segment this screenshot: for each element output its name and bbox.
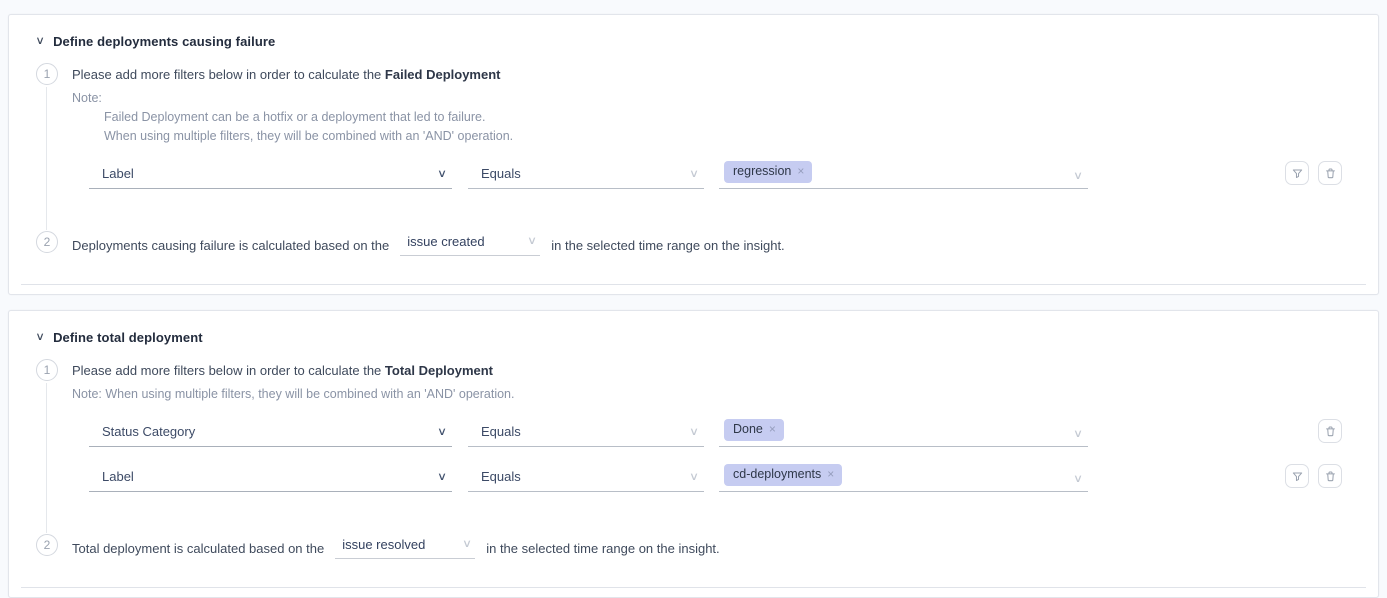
panel-header: ∨ Define total deployment [9, 311, 1378, 345]
step2-text-after: in the selected time range on the insigh… [551, 238, 784, 253]
steps: 1 Please add more filters below in order… [36, 359, 1378, 559]
filter-button[interactable] [1285, 161, 1309, 185]
remove-tag-icon[interactable]: × [769, 422, 776, 436]
chevron-down-icon: ∨ [527, 234, 537, 248]
remove-tag-icon[interactable]: × [797, 164, 804, 178]
chevron-down-icon: ∨ [1073, 472, 1083, 486]
trash-icon [1324, 167, 1337, 180]
value-tag: regression × [724, 161, 812, 183]
panel-total-deployment: ∨ Define total deployment 1 Please add m… [8, 310, 1379, 598]
filter-row: Label ∨ Equals ∨ cd-deployments × [89, 460, 1378, 492]
panel-title: Define total deployment [53, 330, 203, 345]
note-label: Note: [72, 91, 1378, 105]
row-actions [1318, 419, 1342, 443]
trash-icon [1324, 470, 1337, 483]
operator-select-value: Equals [481, 166, 521, 181]
filter-button[interactable] [1285, 464, 1309, 488]
operator-select-value: Equals [481, 469, 521, 484]
panel-header: ∨ Define deployments causing failure [9, 15, 1378, 49]
chevron-down-icon: ∨ [437, 425, 447, 439]
operator-select[interactable]: Equals ∨ [468, 415, 704, 447]
collapse-chevron-icon[interactable]: ∨ [35, 332, 45, 343]
delete-button[interactable] [1318, 464, 1342, 488]
field-select-value: Label [102, 166, 134, 181]
step-intro: Please add more filters below in order t… [72, 67, 1378, 82]
panel-title: Define deployments causing failure [53, 34, 275, 49]
chevron-down-icon: ∨ [462, 537, 472, 551]
chevron-down-icon: ∨ [689, 470, 699, 484]
delete-button[interactable] [1318, 161, 1342, 185]
chevron-down-icon: ∨ [1073, 427, 1083, 441]
row-actions [1285, 464, 1342, 488]
chevron-down-icon: ∨ [689, 167, 699, 181]
values-select[interactable]: cd-deployments × ∨ [719, 460, 1088, 492]
step-1: 1 Please add more filters below in order… [36, 63, 1378, 202]
event-type-select[interactable]: issue created ∨ [400, 234, 540, 256]
operator-select[interactable]: Equals ∨ [468, 157, 704, 189]
steps: 1 Please add more filters below in order… [36, 63, 1378, 256]
filter-row: Status Category ∨ Equals ∨ Done × [89, 415, 1378, 447]
step-number-badge: 2 [36, 534, 58, 556]
collapse-chevron-icon[interactable]: ∨ [35, 36, 45, 47]
operator-select[interactable]: Equals ∨ [468, 460, 704, 492]
note-line: Failed Deployment can be a hotfix or a d… [104, 110, 1378, 124]
chevron-down-icon: ∨ [437, 470, 447, 484]
step-number-badge: 2 [36, 231, 58, 253]
operator-select-value: Equals [481, 424, 521, 439]
funnel-icon [1291, 470, 1304, 483]
step2-text-after: in the selected time range on the insigh… [486, 541, 719, 556]
filter-rows: Label ∨ Equals ∨ regression × [89, 157, 1378, 189]
panel-deployments-causing-failure: ∨ Define deployments causing failure 1 P… [8, 14, 1379, 295]
step2-text-before: Deployments causing failure is calculate… [72, 238, 389, 253]
event-type-select[interactable]: issue resolved ∨ [335, 537, 475, 559]
chevron-down-icon: ∨ [689, 425, 699, 439]
chevron-down-icon: ∨ [1073, 169, 1083, 183]
field-select[interactable]: Label ∨ [89, 157, 452, 189]
step-2: 2 Deployments causing failure is calcula… [36, 231, 1378, 256]
step-number-badge: 1 [36, 63, 58, 85]
step2-text-before: Total deployment is calculated based on … [72, 541, 324, 556]
note-line: Note: When using multiple filters, they … [72, 387, 1378, 401]
filter-rows: Status Category ∨ Equals ∨ Done × [89, 415, 1378, 492]
filter-row: Label ∨ Equals ∨ regression × [89, 157, 1378, 189]
note-line: When using multiple filters, they will b… [104, 129, 1378, 143]
note-lines: Failed Deployment can be a hotfix or a d… [104, 110, 1378, 143]
value-tag-label: cd-deployments [733, 467, 821, 482]
field-select[interactable]: Label ∨ [89, 460, 452, 492]
step-1: 1 Please add more filters below in order… [36, 359, 1378, 505]
step-intro: Please add more filters below in order t… [72, 363, 1378, 378]
step-number-badge: 1 [36, 359, 58, 381]
field-select-value: Status Category [102, 424, 195, 439]
value-tag: Done × [724, 419, 784, 441]
step-2: 2 Total deployment is calculated based o… [36, 534, 1378, 559]
delete-button[interactable] [1318, 419, 1342, 443]
value-tag: cd-deployments × [724, 464, 842, 486]
field-select[interactable]: Status Category ∨ [89, 415, 452, 447]
event-type-select-value: issue created [407, 234, 484, 249]
remove-tag-icon[interactable]: × [827, 467, 834, 481]
funnel-icon [1291, 167, 1304, 180]
trash-icon [1324, 425, 1337, 438]
value-tag-label: regression [733, 164, 791, 179]
chevron-down-icon: ∨ [437, 167, 447, 181]
value-tag-label: Done [733, 422, 763, 437]
field-select-value: Label [102, 469, 134, 484]
row-actions [1285, 161, 1342, 185]
values-select[interactable]: Done × ∨ [719, 415, 1088, 447]
event-type-select-value: issue resolved [342, 537, 425, 552]
values-select[interactable]: regression × ∨ [719, 157, 1088, 189]
